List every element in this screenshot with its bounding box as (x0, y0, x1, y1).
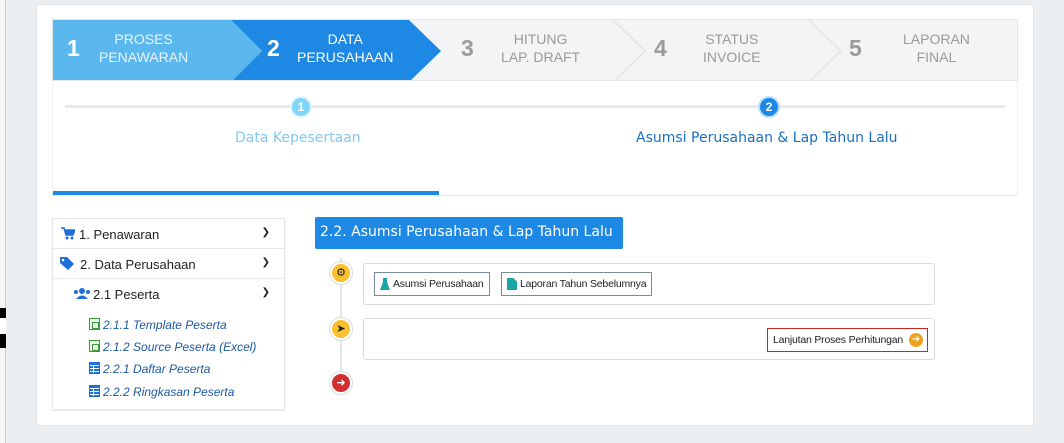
excel-file-icon (89, 340, 100, 352)
menu-item-data-perusahaan[interactable]: 2. Data Perusahaan ❯ (53, 249, 284, 279)
substep-number: 1 (290, 96, 312, 118)
edge-marker-inner (0, 318, 6, 334)
substep-label: Data Kepesertaan (235, 130, 361, 146)
arrow-right-circle-icon: ➤ (330, 318, 352, 340)
substep-progress: 1 Data Kepesertaan 2 Asumsi Perusahaan &… (52, 81, 1018, 196)
laporan-tahun-sebelumnya-button[interactable]: Laporan Tahun Sebelumnya (501, 272, 653, 296)
step-label: LAPORAN FINAL (903, 31, 970, 65)
sign-in-icon: ➜ (330, 372, 352, 394)
step-label: HITUNG LAP. DRAFT (501, 31, 581, 65)
button-label: Laporan Tahun Sebelumnya (520, 278, 647, 290)
menu-item-peserta[interactable]: 2.1 Peserta ❯ (53, 279, 284, 309)
step-number: 4 (654, 35, 667, 61)
wizard-steps: 1 PROSES PENAWARAN 2 DATA PERUSAHAAN 3 H… (52, 19, 1018, 81)
arrow-right-icon: ➜ (909, 333, 923, 347)
section-title: 2.2. Asumsi Perusahaan & Lap Tahun Lalu (315, 217, 623, 249)
tags-icon (60, 257, 74, 270)
step-number: 1 (67, 35, 80, 61)
wizard-step-3-divider (612, 20, 647, 80)
chevron-down-icon: ❯ (261, 287, 270, 298)
button-label: Asumsi Perusahaan (393, 278, 484, 290)
button-label: Lanjutan Proses Perhitungan (772, 334, 903, 346)
menu-item-penawaran[interactable]: 1. Penawaran ❯ (53, 219, 284, 249)
menu-link-label: 2.1.1 Template Peserta (103, 318, 227, 332)
menu-item-label: 2.1 Peserta (93, 287, 160, 302)
action-panel-documents: Asumsi Perusahaan Laporan Tahun Sebelumn… (363, 263, 935, 305)
chevron-down-icon: ❯ (261, 227, 270, 238)
substep-progress-bar (53, 191, 439, 195)
chevron-down-icon: ❯ (261, 257, 270, 268)
menu-link-label: 2.1.2 Source Peserta (Excel) (103, 340, 257, 354)
menu-link-ringkasan-peserta[interactable]: 2.2.2 Ringkasan Peserta (89, 385, 234, 399)
asumsi-perusahaan-button[interactable]: Asumsi Perusahaan (374, 272, 490, 296)
lanjutan-proses-button[interactable]: Lanjutan Proses Perhitungan ➜ (766, 328, 928, 352)
action-panel-next: Lanjutan Proses Perhitungan ➜ (363, 318, 935, 360)
users-icon (74, 288, 90, 299)
step-label: STATUS INVOICE (703, 31, 761, 65)
cart-icon (61, 227, 75, 240)
step-label: PROSES PENAWARAN (99, 31, 189, 65)
menu-link-daftar-peserta[interactable]: 2.2.1 Daftar Peserta (89, 362, 210, 376)
substep-label: Asumsi Perusahaan & Lap Tahun Lalu (636, 130, 898, 146)
substep-number: 2 (758, 96, 780, 118)
menu-link-template-peserta[interactable]: 2.1.1 Template Peserta (89, 318, 227, 332)
table-icon (89, 362, 100, 374)
step-label: DATA PERUSAHAAN (297, 31, 394, 65)
step-number: 2 (267, 35, 280, 61)
menu-item-label: 1. Penawaran (79, 227, 160, 242)
file-icon (507, 278, 517, 290)
menu-link-label: 2.2.1 Daftar Peserta (103, 362, 211, 376)
menu-link-label: 2.2.2 Ringkasan Peserta (103, 385, 235, 399)
window-edge (0, 0, 6, 443)
wizard-step-4-divider (808, 20, 843, 80)
menu-item-label: 2. Data Perusahaan (80, 257, 196, 272)
step-number: 5 (849, 35, 862, 61)
gear-icon: ⚙ (330, 262, 352, 284)
flask-icon (380, 278, 390, 290)
menu-link-source-peserta[interactable]: 2.1.2 Source Peserta (Excel) (89, 340, 256, 354)
excel-file-icon (89, 318, 100, 330)
substep-track (65, 105, 1005, 108)
table-icon (89, 385, 100, 397)
step-number: 3 (461, 35, 474, 61)
sidebar-menu: 1. Penawaran ❯ 2. Data Perusahaan ❯ 2.1 … (52, 218, 285, 410)
